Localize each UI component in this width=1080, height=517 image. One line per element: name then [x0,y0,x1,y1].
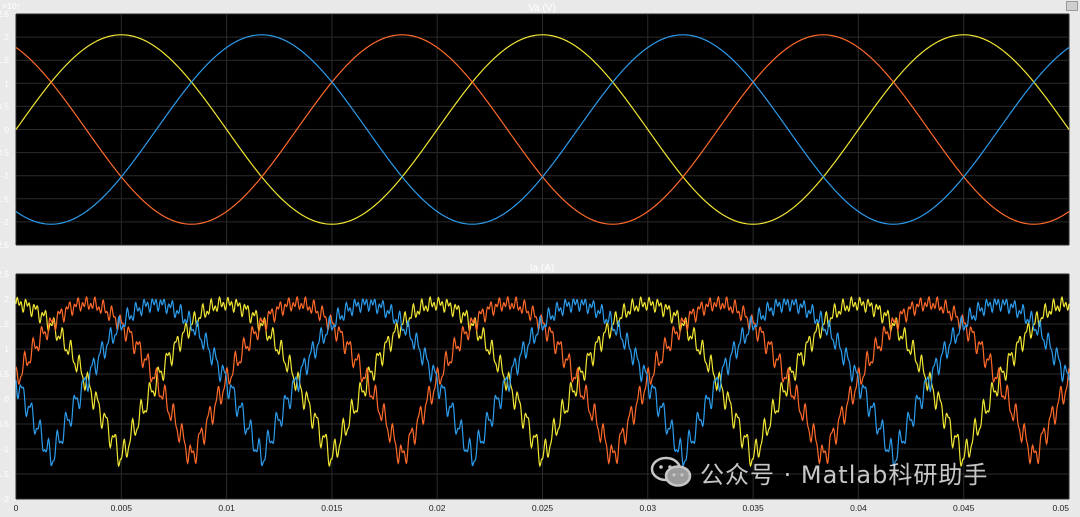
ytick-label: -2 [1,494,9,504]
ytick-label: 1.5 [0,319,9,329]
xtick-label: 0.01 [218,503,235,513]
ytick-label: 0 [4,394,9,404]
wechat-icon [650,455,694,489]
ytick-label: -1 [1,171,9,181]
ytick-label: 1 [4,78,9,88]
voltage-title: Va (V) [528,3,556,14]
ytick-label: -2.5 [0,240,9,250]
ytick-label: 2 [4,32,9,42]
ytick-label: -0.5 [0,419,9,429]
ytick-label: 2.5 [0,269,9,279]
xtick-label: 0.03 [640,503,657,513]
figure: 2.5 2 1.5 1 0.5 0 -0.5 -1 -1.5 -2 -2.5 Va (V) ×10⁴… [0,0,1080,517]
ytick-label: -0.5 [0,148,9,158]
xtick-label: 0.02 [429,503,446,513]
xtick-label: 0.045 [953,503,975,513]
ytick-label: 0.5 [0,101,9,111]
ytick-label: -1 [1,444,9,454]
voltage-axes: 2.521.510.50-0.5-1-1.5-2-2.5 Va (V) ×10⁴ [0,1,1070,250]
ytick-label: 2 [4,294,9,304]
ytick-label: 0.5 [0,369,9,379]
xtick-label: 0.05 [1052,503,1069,513]
current-title: Ia (A) [530,263,554,274]
window-corner-button[interactable] [1066,1,1078,11]
xtick-label: 0.025 [532,503,554,513]
ytick-label: -1.5 [0,469,9,479]
watermark-text: 公众号 · Matlab科研助手 [700,460,989,489]
ytick-label: -2 [1,217,9,227]
watermark: 公众号 · Matlab科研助手 [650,452,1070,492]
ytick-label: -1.5 [0,194,9,204]
ytick-label: 1.5 [0,55,9,65]
xtick-label: 0.005 [111,503,133,513]
voltage-exponent-label: ×10⁴ [2,1,20,11]
xtick-label: 0.035 [742,503,764,513]
xtick-label: 0.015 [321,503,343,513]
ytick-label: 1 [4,344,9,354]
xtick-label: 0.04 [850,503,867,513]
xtick-label: 0 [14,503,19,513]
ytick-label: 0 [4,125,9,135]
